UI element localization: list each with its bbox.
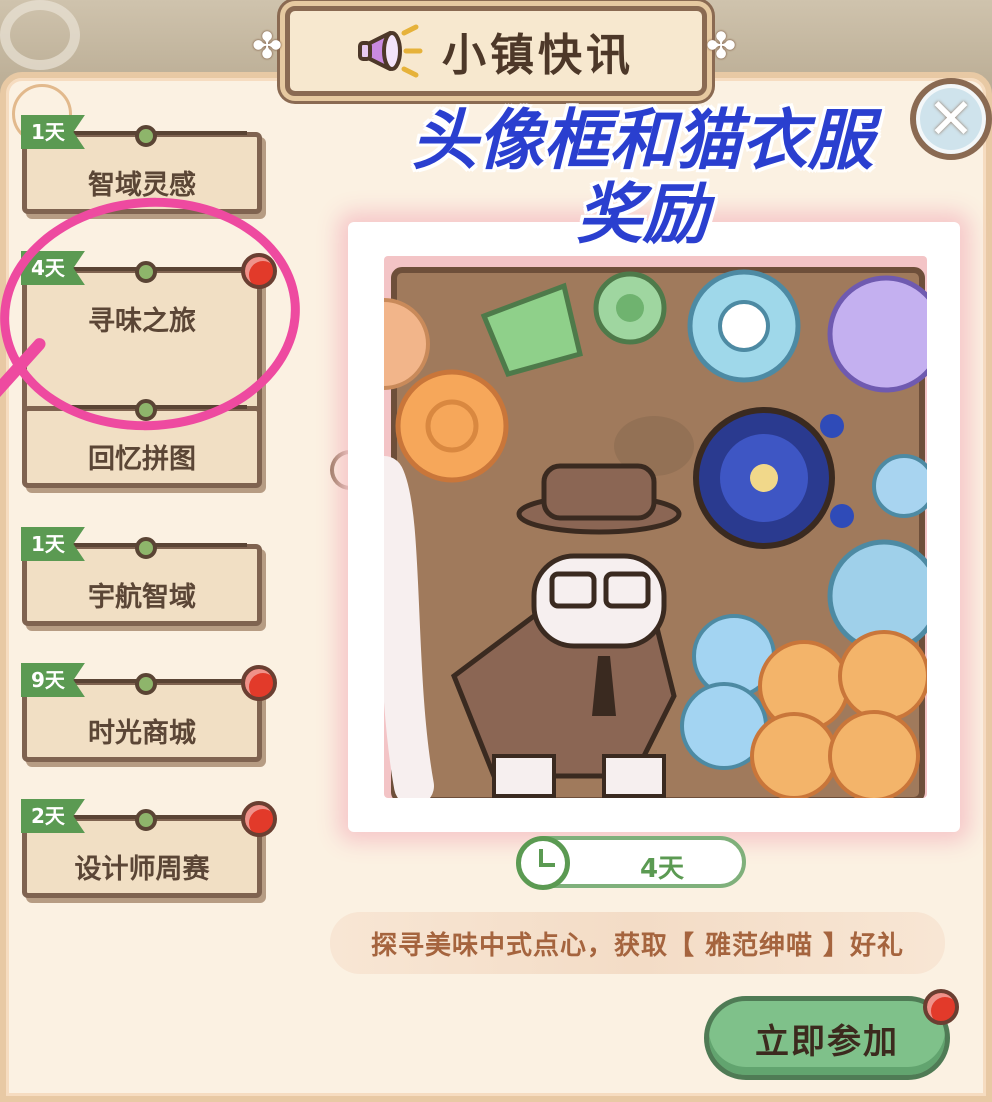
megaphone-icon bbox=[358, 23, 424, 79]
clock-icon bbox=[516, 836, 570, 890]
page-title: 小镇快讯 bbox=[442, 30, 634, 81]
hanging-string bbox=[67, 131, 247, 135]
pin-icon bbox=[135, 537, 157, 559]
time-left-pill: 4天 bbox=[516, 836, 746, 890]
sidebar-item-shejishi-zhousai[interactable]: 2天 设计师周赛 bbox=[21, 799, 277, 898]
join-button-label: 立即参加 bbox=[755, 1021, 899, 1062]
sidebar-item-yuhang-zhiyu[interactable]: 1天 宇航智域 bbox=[21, 527, 262, 626]
clover-icon: ✤ bbox=[252, 26, 283, 67]
event-illustration[interactable] bbox=[384, 256, 927, 798]
pin-icon bbox=[135, 809, 157, 831]
notification-dot bbox=[923, 989, 959, 1025]
pin-icon bbox=[135, 673, 157, 695]
title-banner: 小镇快讯 bbox=[285, 6, 707, 96]
hanging-string bbox=[67, 815, 247, 819]
event-description: 探寻美味中式点心，获取【 雅范绅喵 】好礼 bbox=[330, 912, 945, 974]
time-left-text: 4天 bbox=[639, 854, 685, 884]
background-ring-icon bbox=[0, 0, 80, 70]
notification-dot bbox=[241, 801, 277, 837]
sidebar-item-label: 设计师周赛 bbox=[74, 854, 210, 885]
sidebar-item-label: 宇航智域 bbox=[88, 582, 196, 613]
hanging-string bbox=[67, 543, 247, 547]
clover-icon: ✤ bbox=[706, 26, 737, 67]
overlay-caption: 头像框和猫衣服 奖励 bbox=[360, 104, 925, 252]
close-icon: ✕ bbox=[927, 86, 975, 152]
hanging-string bbox=[67, 679, 247, 683]
notification-dot bbox=[241, 665, 277, 701]
sidebar-item-label: 回忆拼图 bbox=[88, 444, 196, 475]
sidebar-item-shiguang-shangcheng[interactable]: 9天 时光商城 bbox=[21, 663, 277, 762]
sidebar-item-label: 智域灵感 bbox=[88, 170, 196, 201]
overlay-caption-line: 头像框和猫衣服 bbox=[411, 102, 874, 179]
overlay-caption-line: 奖励 bbox=[576, 176, 709, 253]
sidebar-item-label: 时光商城 bbox=[88, 718, 196, 749]
join-now-button[interactable]: 立即参加 bbox=[704, 989, 959, 1080]
pin-icon bbox=[135, 125, 157, 147]
